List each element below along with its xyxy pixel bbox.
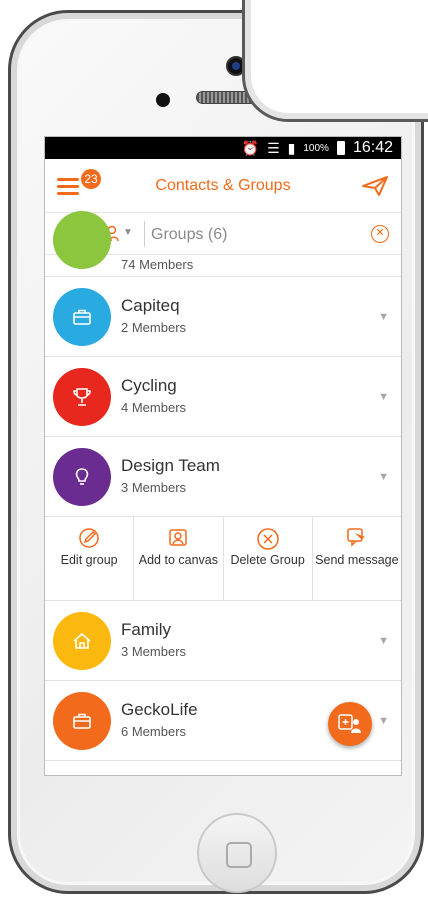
chevron-down-icon[interactable]: ▼ [378, 311, 389, 323]
send-message-icon [347, 528, 365, 547]
action-label: Send message [315, 553, 399, 567]
member-count: 4 Members [121, 400, 187, 415]
chevron-down-icon[interactable]: ▼ [378, 471, 389, 483]
clock: 16:42 [352, 139, 393, 156]
status-bar: ⏰ ☰ ▮ 100% 16:42 [45, 137, 401, 159]
divider [144, 221, 145, 247]
group-avatar [53, 288, 111, 346]
member-count: 3 Members [121, 480, 187, 495]
group-actions: Edit group Add to canvas Delete Group Se… [45, 517, 401, 601]
list-item[interactable]: Design Team 3 Members ▼ [45, 437, 401, 517]
briefcase-icon [73, 713, 91, 729]
group-name: Design Team [121, 456, 220, 475]
trophy-icon [73, 388, 91, 406]
battery-icon [336, 141, 345, 155]
group-avatar [53, 368, 111, 426]
filter-dropdown-caret[interactable]: ▼ [123, 227, 133, 238]
filter-text[interactable]: Groups (6) [151, 226, 227, 244]
action-label: Add to canvas [138, 553, 218, 567]
app-screen: ⏰ ☰ ▮ 100% 16:42 23 Contacts & Groups ▼ … [44, 136, 402, 776]
home-icon [73, 632, 91, 649]
home-button[interactable] [197, 813, 277, 893]
group-avatar [53, 448, 111, 506]
add-to-canvas-button[interactable]: Add to canvas [134, 517, 224, 600]
edit-icon [79, 528, 99, 548]
menu-button[interactable]: 23 [57, 169, 101, 196]
member-count: 6 Members [121, 724, 187, 739]
add-to-canvas-icon [169, 529, 188, 546]
chevron-down-icon[interactable]: ▼ [378, 635, 389, 647]
group-name: Cycling [121, 376, 177, 395]
list-item[interactable]: Capiteq 2 Members ▼ [45, 277, 401, 357]
action-label: Delete Group [230, 553, 305, 567]
list-item[interactable]: 74 Members [45, 211, 401, 277]
member-count: 74 Members [121, 257, 194, 272]
clear-icon[interactable]: ✕ [371, 225, 389, 243]
chevron-down-icon[interactable]: ▼ [378, 391, 389, 403]
group-name: Family [121, 620, 172, 639]
group-avatar [53, 612, 111, 670]
lightbulb-icon [75, 468, 89, 485]
list-item[interactable]: Family 3 Members ▼ [45, 601, 401, 681]
signal-icon: ▮ [287, 139, 296, 156]
send-icon[interactable] [361, 175, 389, 197]
group-list: 74 Members Capiteq 2 Members ▼ Cycling 4 [45, 211, 401, 761]
group-avatar [53, 692, 111, 750]
overlay-phone-corner [242, 0, 428, 122]
briefcase-icon [73, 309, 91, 325]
menu-icon [57, 178, 79, 181]
menu-icon-line [57, 192, 79, 195]
menu-icon-line [57, 185, 79, 188]
group-avatar [53, 211, 111, 269]
app-bar: 23 Contacts & Groups [45, 159, 401, 213]
edit-group-button[interactable]: Edit group [45, 517, 135, 600]
battery-percent: 100% [303, 142, 329, 154]
group-name: GeckoLife [121, 700, 198, 719]
chevron-down-icon[interactable]: ▼ [378, 715, 389, 727]
list-item[interactable]: Cycling 4 Members ▼ [45, 357, 401, 437]
add-to-group-icon [338, 714, 361, 733]
member-count: 3 Members [121, 644, 187, 659]
delete-icon [256, 528, 279, 550]
add-group-fab[interactable] [328, 702, 372, 746]
group-name: Capiteq [121, 296, 180, 315]
wifi-icon: ☰ [267, 139, 280, 156]
send-message-button[interactable]: Send message [313, 517, 401, 600]
sensor-dot [156, 93, 170, 107]
notification-badge: 23 [81, 169, 101, 189]
member-count: 2 Members [121, 320, 187, 335]
alarm-icon: ⏰ [241, 139, 260, 156]
delete-group-button[interactable]: Delete Group [224, 517, 313, 600]
action-label: Edit group [60, 553, 118, 567]
